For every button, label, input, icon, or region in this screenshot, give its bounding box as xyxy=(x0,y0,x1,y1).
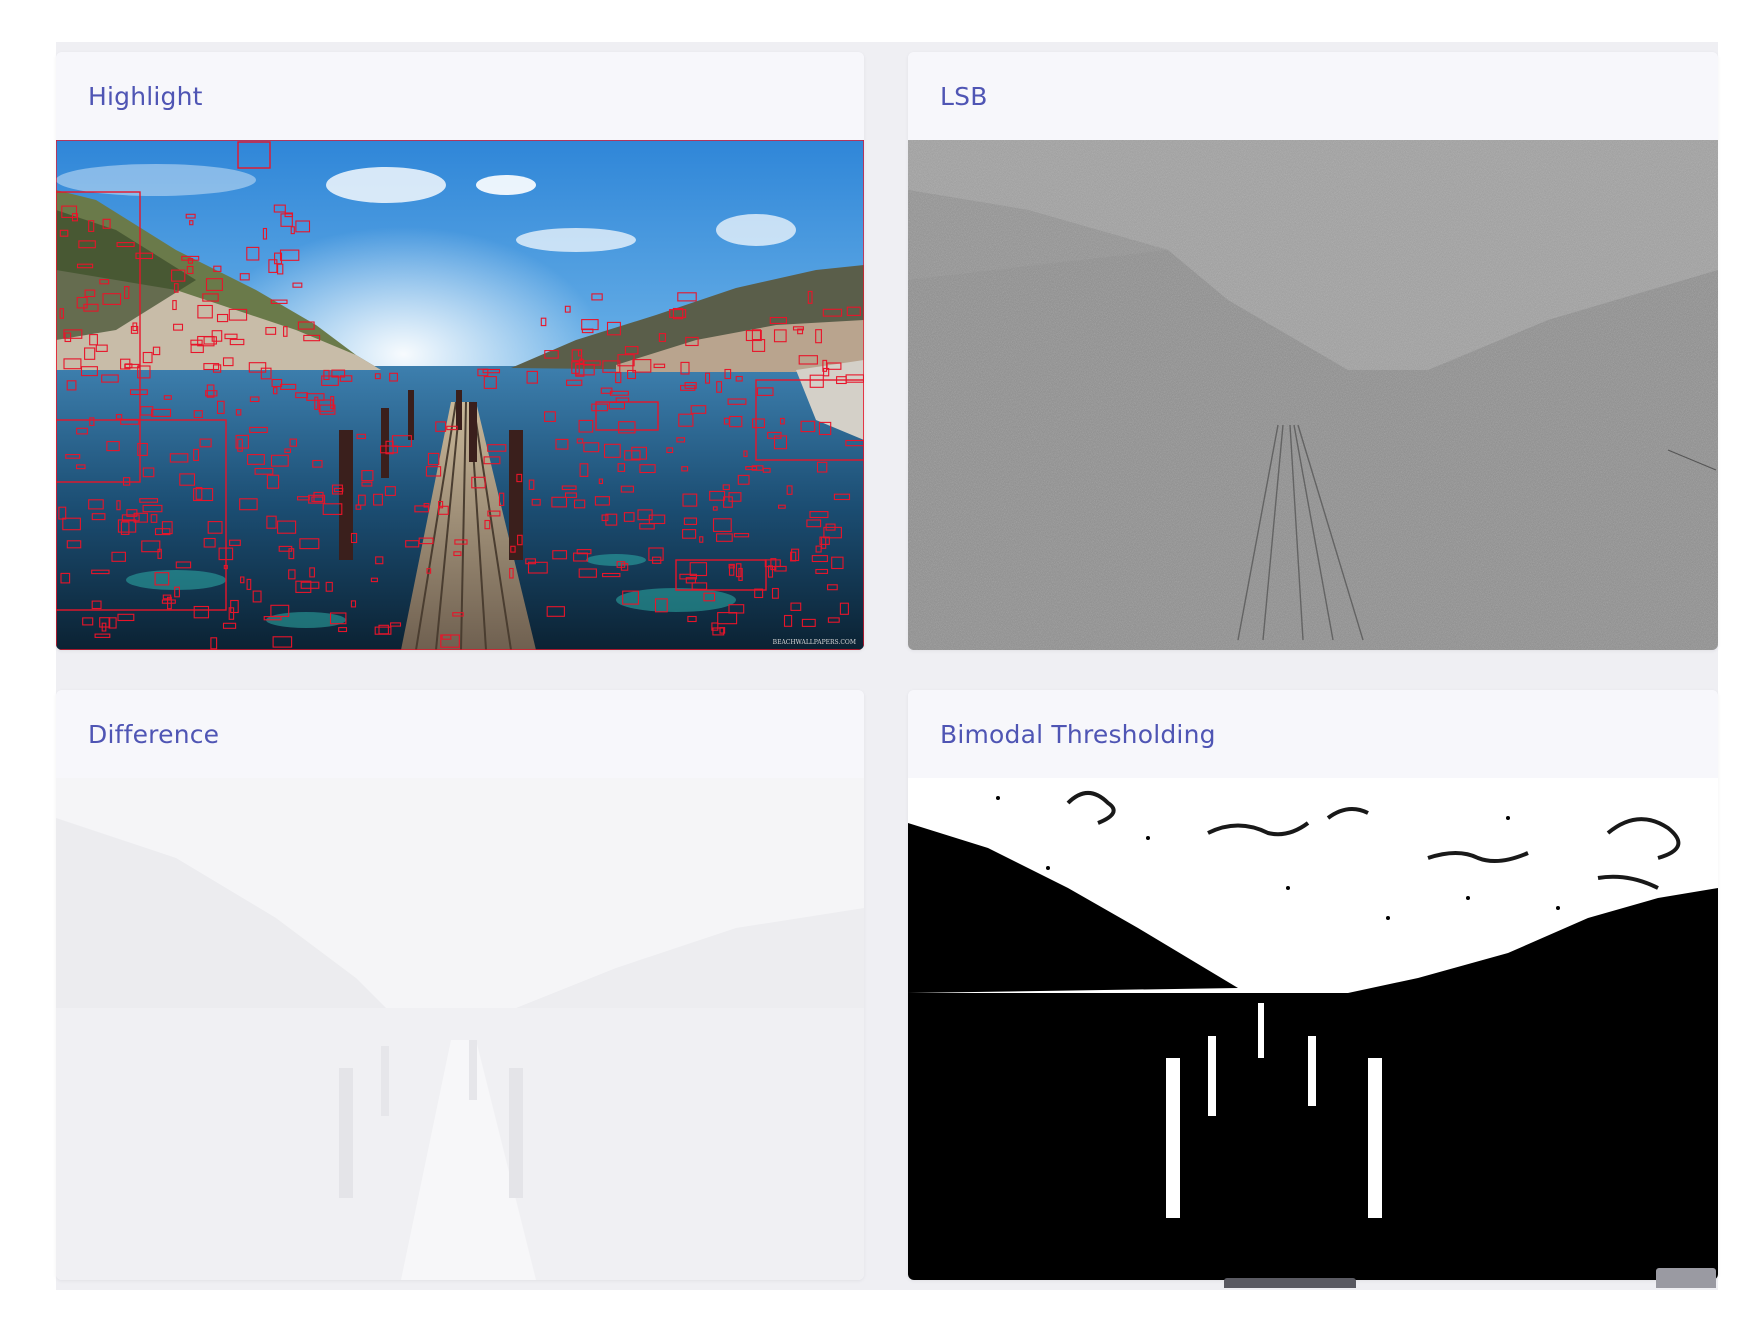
difference-faded-image xyxy=(56,778,864,1280)
lsb-image[interactable] xyxy=(908,140,1718,650)
pier-highlight-image: BEACHWALLPAPERS.COM xyxy=(56,140,864,650)
results-board: Highlight BEACHWALLPAPERS.COM LSB Differ… xyxy=(56,42,1718,1290)
corner-resize-handle[interactable] xyxy=(1656,1268,1716,1288)
bimodal-card-title: Bimodal Thresholding xyxy=(940,720,1216,749)
bimodal-card: Bimodal Thresholding xyxy=(908,690,1718,1280)
lsb-card: LSB xyxy=(908,52,1718,650)
horizontal-scroll-thumb[interactable] xyxy=(1224,1278,1356,1288)
lsb-noise-image xyxy=(908,140,1718,650)
lsb-card-title: LSB xyxy=(940,82,988,111)
highlight-card-header: Highlight xyxy=(56,52,864,141)
lsb-card-header: LSB xyxy=(908,52,1718,141)
pier-watermark: BEACHWALLPAPERS.COM xyxy=(773,639,856,646)
difference-card-title: Difference xyxy=(88,720,220,749)
difference-image[interactable] xyxy=(56,778,864,1280)
bimodal-image[interactable] xyxy=(908,778,1718,1280)
highlight-card-title: Highlight xyxy=(88,82,203,111)
highlight-card: Highlight BEACHWALLPAPERS.COM xyxy=(56,52,864,650)
difference-card-header: Difference xyxy=(56,690,864,779)
difference-card: Difference xyxy=(56,690,864,1280)
highlight-image[interactable]: BEACHWALLPAPERS.COM xyxy=(56,140,864,650)
bimodal-threshold-image xyxy=(908,778,1718,1280)
bimodal-card-header: Bimodal Thresholding xyxy=(908,690,1718,779)
